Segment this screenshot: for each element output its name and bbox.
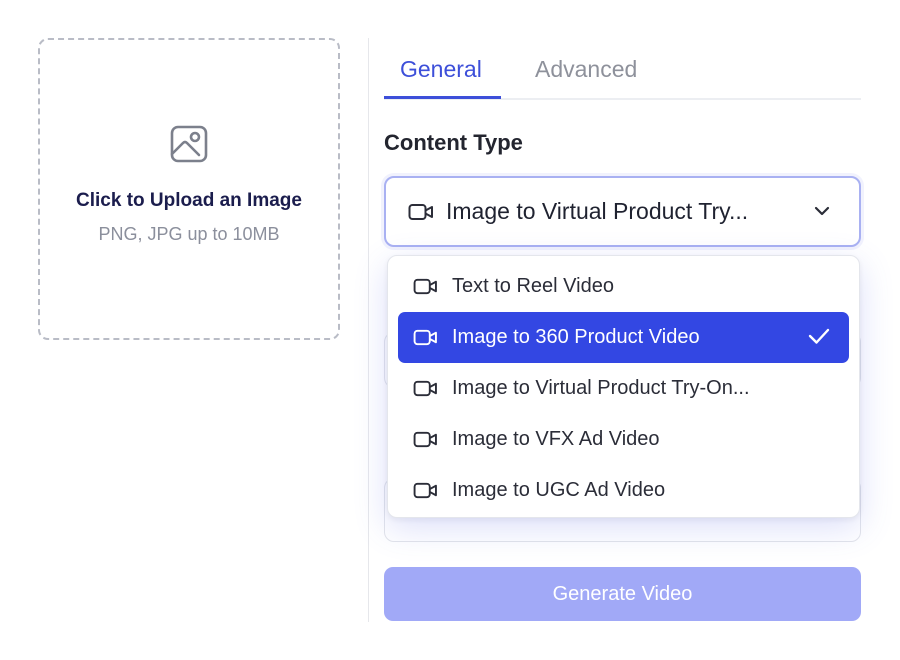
chevron-down-icon (814, 206, 830, 216)
video-camera-icon (413, 278, 437, 295)
video-camera-icon (413, 380, 437, 397)
content-type-select[interactable]: Image to Virtual Product Try... (384, 176, 861, 247)
menu-item-text-to-reel-video[interactable]: Text to Reel Video (398, 261, 849, 312)
image-upload-dropzone[interactable]: Click to Upload an Image PNG, JPG up to … (38, 38, 340, 340)
video-camera-icon (413, 482, 437, 499)
image-upload-icon (170, 125, 208, 163)
menu-item-image-to-360-product-video[interactable]: Image to 360 Product Video (398, 312, 849, 363)
menu-item-label: Image to VFX Ad Video (452, 428, 660, 450)
menu-item-image-to-virtual-product-try-on[interactable]: Image to Virtual Product Try-On... (398, 363, 849, 414)
generate-video-button[interactable]: Generate Video (384, 567, 861, 621)
menu-item-label: Image to Virtual Product Try-On... (452, 377, 750, 399)
content-type-selected-value: Image to Virtual Product Try... (446, 198, 749, 224)
active-tab-indicator (384, 96, 501, 99)
tab-general[interactable]: General (400, 56, 482, 83)
video-camera-icon (413, 431, 437, 448)
menu-item-label: Image to UGC Ad Video (452, 479, 666, 501)
settings-tabs: General Advanced (384, 38, 861, 100)
video-camera-icon (408, 203, 433, 220)
panel-divider (368, 38, 369, 622)
content-type-label: Content Type (384, 130, 523, 155)
upload-hint: PNG, JPG up to 10MB (98, 224, 280, 244)
video-camera-icon (413, 329, 437, 346)
menu-item-image-to-ugc-ad-video[interactable]: Image to UGC Ad Video (398, 465, 849, 516)
content-type-dropdown: Text to Reel Video Image to 360 Product … (387, 255, 860, 518)
menu-item-image-to-vfx-ad-video[interactable]: Image to VFX Ad Video (398, 414, 849, 465)
tab-advanced[interactable]: Advanced (535, 56, 637, 83)
menu-item-label: Text to Reel Video (452, 275, 614, 297)
menu-item-label: Image to 360 Product Video (452, 326, 700, 348)
check-icon (808, 328, 830, 344)
upload-title: Click to Upload an Image (76, 190, 302, 211)
